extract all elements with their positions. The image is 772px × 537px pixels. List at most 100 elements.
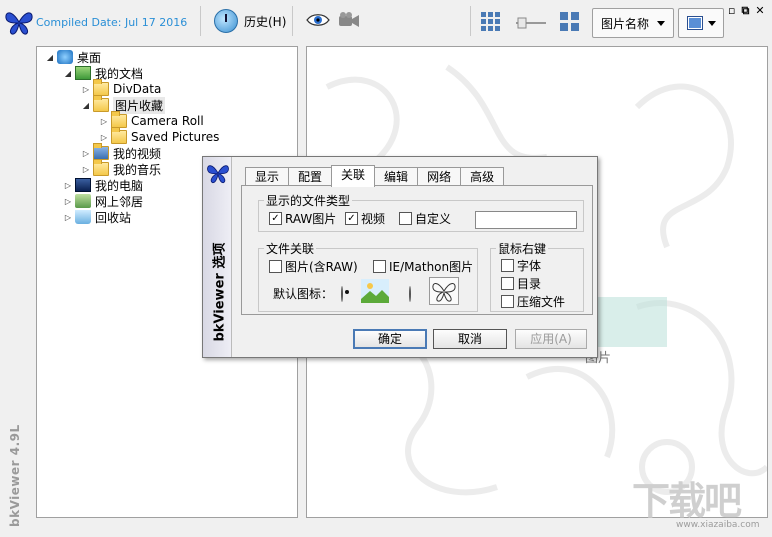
minimize-button[interactable]: ▫ <box>728 4 735 18</box>
cancel-button[interactable]: 取消 <box>433 329 507 349</box>
close-button[interactable]: ✕ <box>755 4 764 18</box>
toolbar-divider <box>200 6 201 36</box>
apply-button[interactable]: 应用(A) <box>515 329 587 349</box>
tree-item-saved-pictures[interactable]: ▷ Saved Pictures <box>99 127 220 145</box>
tab-config[interactable]: 配置 <box>288 167 333 186</box>
video-camera-icon[interactable] <box>338 12 360 28</box>
tree-item-my-computer[interactable]: ▷ 我的电脑 <box>63 177 143 193</box>
tree-item-label: 网上邻居 <box>95 194 144 209</box>
tree-expand-icon[interactable]: ▷ <box>63 197 73 206</box>
tree-expand-icon[interactable]: ▷ <box>81 165 91 174</box>
large-grid-icon[interactable] <box>560 12 580 32</box>
watermark-url: www.xiazaiba.com <box>676 520 760 530</box>
tree-expand-icon[interactable]: ▷ <box>81 149 91 158</box>
directory-label: 目录 <box>517 277 542 291</box>
tree-collapse-icon[interactable]: ◢ <box>45 53 55 62</box>
tree-expand-icon[interactable]: ▷ <box>99 133 109 142</box>
tree-expand-icon[interactable]: ▷ <box>81 85 91 94</box>
tree-expand-icon[interactable]: ▷ <box>63 213 73 222</box>
butterfly-outline-icon <box>429 277 459 305</box>
sort-by-dropdown[interactable]: 图片名称 <box>592 8 674 38</box>
file-association-group: 文件关联 图片(含RAW) IE/Mathon图片 默认图标： <box>258 240 478 312</box>
tab-network[interactable]: 网络 <box>417 167 462 186</box>
tree-item-label: 我的文档 <box>95 66 144 81</box>
tree-item-label: 我的音乐 <box>113 162 162 177</box>
dialog-side-banner: bkViewer 选项 <box>203 157 232 357</box>
default-icon-label: 默认图标： <box>273 287 334 301</box>
tree-item-label: Saved Pictures <box>131 130 220 144</box>
restore-button[interactable]: ⧉ <box>741 4 749 18</box>
checkbox-checked-icon: ✓ <box>345 212 358 225</box>
custom-label: 自定义 <box>415 212 452 226</box>
ie-mathon-label: IE/Mathon图片 <box>389 260 474 274</box>
pictures-raw-checkbox[interactable]: 图片(含RAW) <box>269 258 358 275</box>
chevron-down-icon <box>707 20 716 26</box>
app-version-text: bkViewer 4.9L <box>8 424 22 527</box>
video-folder-icon <box>93 143 109 160</box>
tree-item-desktop[interactable]: ◢ 桌面 <box>45 49 101 65</box>
toolbar-divider <box>292 6 293 36</box>
dialog-title: bkViewer 选项 <box>212 242 228 342</box>
file-association-legend: 文件关联 <box>264 240 317 257</box>
tree-collapse-icon[interactable]: ◢ <box>63 69 73 78</box>
tree-item-my-pictures[interactable]: ◢ 图片收藏 <box>81 95 166 114</box>
tree-item-label: 我的视频 <box>113 146 162 161</box>
recycle-bin-icon <box>75 210 91 224</box>
tree-item-label: 我的电脑 <box>95 178 144 193</box>
history-button[interactable]: 历史(H) <box>214 8 286 34</box>
tree-item-label: Camera Roll <box>131 114 204 128</box>
thumbnail-size-slider[interactable] <box>516 16 546 30</box>
default-icon-radio-1[interactable] <box>341 286 343 302</box>
tree-item-my-music[interactable]: ▷ 我的音乐 <box>81 159 162 177</box>
tree-expand-icon[interactable]: ▷ <box>63 181 73 190</box>
chevron-down-icon <box>657 20 665 26</box>
checkbox-empty-icon <box>269 260 282 273</box>
thumbnail-grid-icon[interactable] <box>481 12 501 32</box>
font-checkbox[interactable]: 字体 <box>501 257 541 274</box>
options-dialog: bkViewer 选项 显示 配置 关联 编辑 网络 高级 显示的文件类型 ✓ … <box>202 156 598 358</box>
tab-display[interactable]: 显示 <box>245 167 290 186</box>
tab-panel-association: 显示的文件类型 ✓ RAW图片 ✓ 视频 自定义 文件关联 图片(含RAW) I… <box>241 185 593 315</box>
default-icon-radio-2[interactable] <box>409 286 411 302</box>
tab-edit[interactable]: 编辑 <box>374 167 419 186</box>
tab-advanced[interactable]: 高级 <box>460 167 505 186</box>
tree-item-label: 桌面 <box>77 50 102 65</box>
right-click-legend: 鼠标右键 <box>496 240 549 257</box>
video-label: 视频 <box>361 212 386 226</box>
tree-item-label: 图片收藏 <box>113 96 166 114</box>
archive-label: 压缩文件 <box>517 295 566 309</box>
tree-item-my-documents[interactable]: ◢ 我的文档 <box>63 65 143 81</box>
tree-item-label: 回收站 <box>95 210 132 225</box>
options-tabs: 显示 配置 关联 编辑 网络 高级 <box>245 165 505 187</box>
tree-item-recycle-bin[interactable]: ▷ 回收站 <box>63 209 131 225</box>
app-version-label: bkViewer 4.9L <box>0 424 22 530</box>
checkbox-empty-icon <box>373 260 386 273</box>
toolbar-divider <box>470 6 471 36</box>
documents-icon <box>75 66 91 80</box>
raw-checkbox[interactable]: ✓ RAW图片 <box>269 210 336 227</box>
archive-checkbox[interactable]: 压缩文件 <box>501 293 565 310</box>
folder-icon <box>111 111 127 128</box>
file-types-group: 显示的文件类型 ✓ RAW图片 ✓ 视频 自定义 <box>258 192 584 232</box>
tree-expand-icon[interactable]: ▷ <box>99 117 109 126</box>
tree-item-label: DivData <box>113 82 162 96</box>
compiled-date-label: Compiled Date: Jul 17 2016 <box>36 16 188 29</box>
custom-checkbox[interactable]: 自定义 <box>399 210 451 227</box>
landscape-picture-icon <box>361 279 389 303</box>
video-checkbox[interactable]: ✓ 视频 <box>345 210 385 227</box>
custom-extensions-input[interactable] <box>475 211 577 229</box>
picture-view-icon <box>686 16 703 30</box>
ie-mathon-checkbox[interactable]: IE/Mathon图片 <box>373 258 473 275</box>
toolbar: Compiled Date: Jul 17 2016 历史(H) 图片名称 ▫ … <box>0 0 772 44</box>
clock-icon <box>214 9 238 33</box>
eye-icon[interactable] <box>306 12 330 28</box>
tree-collapse-icon[interactable]: ◢ <box>81 101 91 110</box>
pictures-raw-label: 图片(含RAW) <box>285 260 358 274</box>
checkbox-empty-icon <box>501 259 514 272</box>
view-mode-dropdown[interactable] <box>678 8 724 38</box>
ok-button[interactable]: 确定 <box>353 329 427 349</box>
tree-item-network[interactable]: ▷ 网上邻居 <box>63 193 143 209</box>
app-logo-butterfly-icon <box>5 12 33 35</box>
directory-checkbox[interactable]: 目录 <box>501 275 541 292</box>
tab-association[interactable]: 关联 <box>331 165 376 187</box>
